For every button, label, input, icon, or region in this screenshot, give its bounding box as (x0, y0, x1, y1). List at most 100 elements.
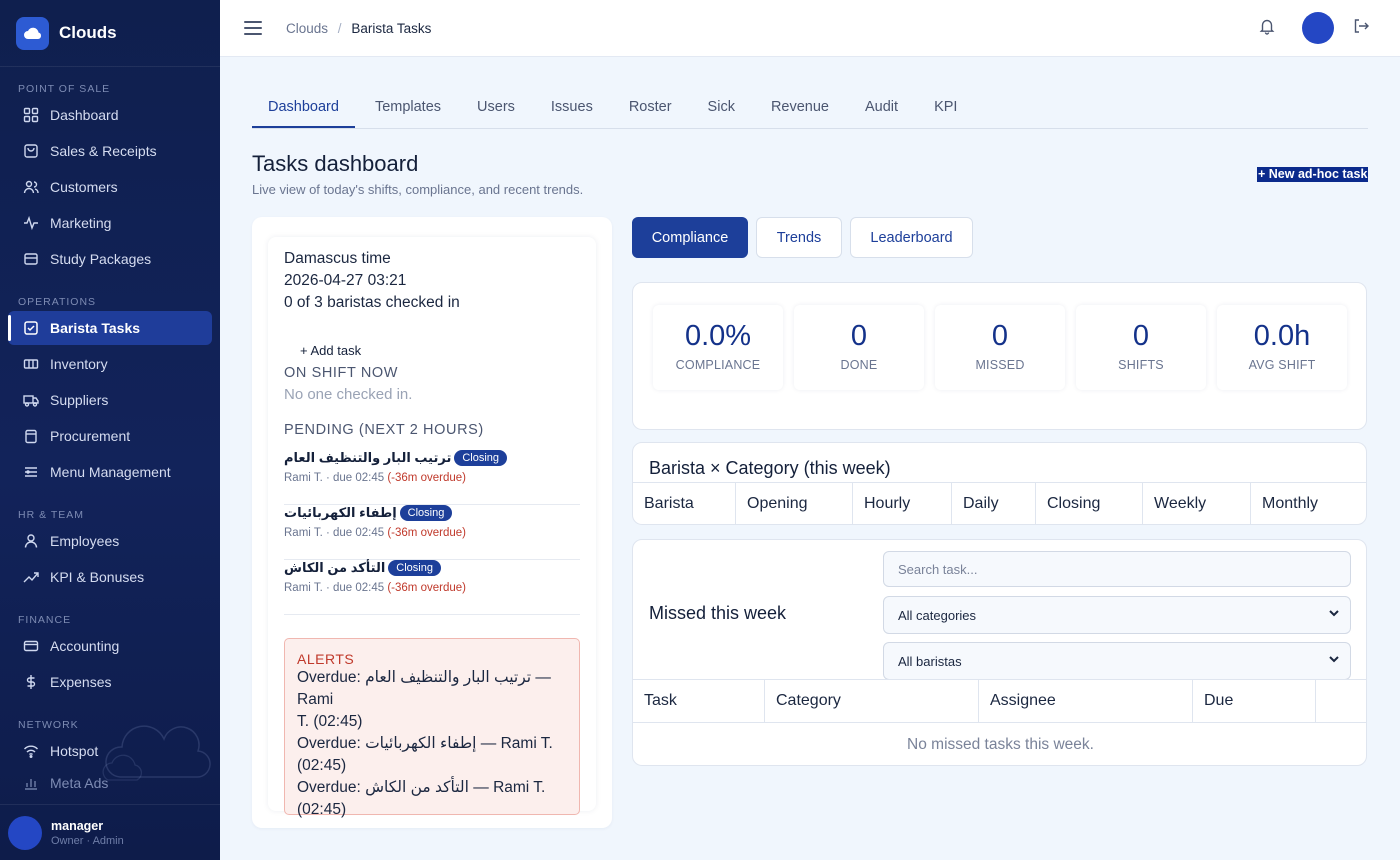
brand-name: Clouds (59, 23, 117, 42)
sidebar-item-label: KPI & Bonuses (50, 569, 145, 585)
sidebar-item-label: Menu Management (50, 464, 171, 480)
box-icon (22, 250, 40, 268)
overdue-text: (-36m overdue) (387, 582, 466, 594)
sidebar-item-study[interactable]: Study Packages (8, 242, 212, 276)
sidebar-item-inventory[interactable]: Inventory (8, 347, 212, 381)
hamburger-menu-icon[interactable] (244, 21, 262, 35)
nav-section-hr: HR & TEAM (18, 509, 84, 521)
category-select[interactable]: All categories (883, 596, 1351, 634)
sidebar-item-label: Accounting (50, 638, 120, 654)
menu-list-icon (22, 463, 40, 481)
kpi-label: COMPLIANCE (675, 358, 761, 372)
wifi-icon (22, 742, 40, 760)
sidebar-item-kpi[interactable]: KPI & Bonuses (8, 560, 212, 594)
sidebar-item-marketing[interactable]: Marketing (8, 206, 212, 240)
tab-kpi[interactable]: KPI (918, 88, 973, 128)
sidebar-item-dashboard[interactable]: Dashboard (8, 98, 212, 132)
barista-select[interactable]: All baristas (883, 642, 1351, 680)
list-item[interactable]: التأكد من الكاش Closing Rami T. · due 02:… (284, 560, 580, 615)
on-shift-heading: ON SHIFT NOW (284, 365, 399, 381)
chevron-down-icon (1328, 607, 1340, 622)
category-select-value: All categories (898, 607, 977, 623)
pending-heading: PENDING (NEXT 2 HOURS) (284, 422, 484, 438)
trends-button[interactable]: Trends (756, 217, 842, 258)
sidebar-item-sales[interactable]: Sales & Receipts (8, 134, 212, 168)
column-header[interactable]: Weekly (1143, 483, 1251, 524)
sidebar-item-expenses[interactable]: Expenses (8, 665, 212, 699)
category-badge: Closing (388, 560, 441, 576)
sidebar-item-customers[interactable]: Customers (8, 170, 212, 204)
search-input[interactable]: Search task... (883, 551, 1351, 587)
compliance-button[interactable]: Compliance (632, 217, 748, 258)
sidebar-item-procurement[interactable]: Procurement (8, 419, 212, 453)
kpi-label: AVG SHIFT (1248, 358, 1316, 372)
kpi-label: MISSED (975, 358, 1025, 372)
avatar[interactable] (1302, 12, 1334, 44)
column-header[interactable]: Task (633, 680, 765, 722)
column-header[interactable]: Due (1193, 680, 1316, 722)
kpi-label: SHIFTS (1118, 358, 1164, 372)
sidebar-item-label: Expenses (50, 674, 112, 690)
column-header[interactable]: Assignee (979, 680, 1193, 722)
pending-task-meta: Rami T. · due 02:45 (284, 472, 388, 484)
alert-line: Overdue: التأكد من الكاش — Rami T. (297, 779, 546, 796)
bag-icon (22, 142, 40, 160)
sidebar-item-menu[interactable]: Menu Management (8, 455, 212, 489)
clipboard-icon (22, 427, 40, 445)
list-item[interactable]: ترتيب البار والتنظيف العام Closing Rami T… (284, 450, 580, 505)
tab-issues[interactable]: Issues (535, 88, 609, 128)
tab-sick[interactable]: Sick (692, 88, 751, 128)
sidebar-item-barista-tasks[interactable]: Barista Tasks (8, 311, 212, 345)
brand[interactable]: Clouds (0, 0, 220, 67)
column-header[interactable]: Monthly (1251, 483, 1366, 524)
new-adhoc-task-button[interactable]: + New ad-hoc task (1257, 167, 1369, 182)
list-item[interactable]: إطفاء الكهربائيات Closing Rami T. · due 0… (284, 505, 580, 560)
sidebar-item-suppliers[interactable]: Suppliers (8, 383, 212, 417)
alert-line: Overdue: ترتيب البار والتنظيف العام — Ra… (297, 669, 551, 708)
column-header[interactable]: Closing (1036, 483, 1143, 524)
status-card: Damascus time 2026-04-27 03:21 0 of 3 ba… (252, 217, 612, 828)
pulse-icon (22, 214, 40, 232)
users-icon (22, 178, 40, 196)
sidebar-item-employees[interactable]: Employees (8, 524, 212, 558)
kpi-value: 0 (850, 320, 868, 352)
checkbox-icon (22, 319, 40, 337)
column-header[interactable]: Hourly (853, 483, 952, 524)
cloud-logo-icon (16, 16, 49, 50)
column-header[interactable]: Opening (736, 483, 853, 524)
alert-line: T. (02:45) (297, 713, 363, 730)
user-profile[interactable]: manager Owner · Admin (0, 804, 220, 860)
breadcrumb-root[interactable]: Clouds (286, 21, 328, 36)
category-badge: Closing (399, 505, 453, 521)
tab-dashboard[interactable]: Dashboard (252, 88, 355, 128)
user-role: Owner · Admin (51, 834, 124, 847)
tab-revenue[interactable]: Revenue (755, 88, 845, 128)
logout-icon[interactable] (1352, 17, 1370, 40)
tab-templates[interactable]: Templates (359, 88, 457, 128)
tab-users[interactable]: Users (461, 88, 531, 128)
sidebar-item-label: Procurement (50, 428, 131, 444)
tab-audit[interactable]: Audit (849, 88, 914, 128)
sidebar-item-label: Sales & Receipts (50, 143, 157, 159)
column-header-empty (1316, 680, 1366, 722)
nav-section-finance: FINANCE (18, 614, 72, 626)
alerts-box: ALERTS Overdue: ترتيب البار والتنظيف الع… (284, 638, 580, 818)
column-header[interactable]: Barista (633, 483, 736, 524)
add-task-button[interactable]: + Add task (300, 343, 361, 358)
sidebar-item-accounting[interactable]: Accounting (8, 629, 212, 663)
column-header[interactable]: Category (765, 680, 979, 722)
current-datetime: 2026-04-27 03:21 (284, 272, 407, 289)
kpi-label: DONE (840, 358, 878, 372)
kpi-shifts: 0 SHIFTS (1076, 305, 1206, 390)
pending-task-title: ترتيب البار والتنظيف العام (284, 450, 452, 465)
nav-section-ops: OPERATIONS (18, 296, 97, 308)
kpi-card: 0.0% COMPLIANCE 0 DONE 0 MISSED 0 SHIFTS… (632, 282, 1367, 430)
avatar (8, 815, 42, 850)
sidebar-item-label: Suppliers (50, 392, 109, 408)
tab-roster[interactable]: Roster (613, 88, 688, 128)
sidebar-item-label: Employees (50, 533, 120, 549)
pending-task-meta: Rami T. · due 02:45 (284, 582, 388, 594)
column-header[interactable]: Daily (952, 483, 1036, 524)
leaderboard-button[interactable]: Leaderboard (850, 217, 973, 258)
bell-icon[interactable] (1258, 17, 1276, 40)
